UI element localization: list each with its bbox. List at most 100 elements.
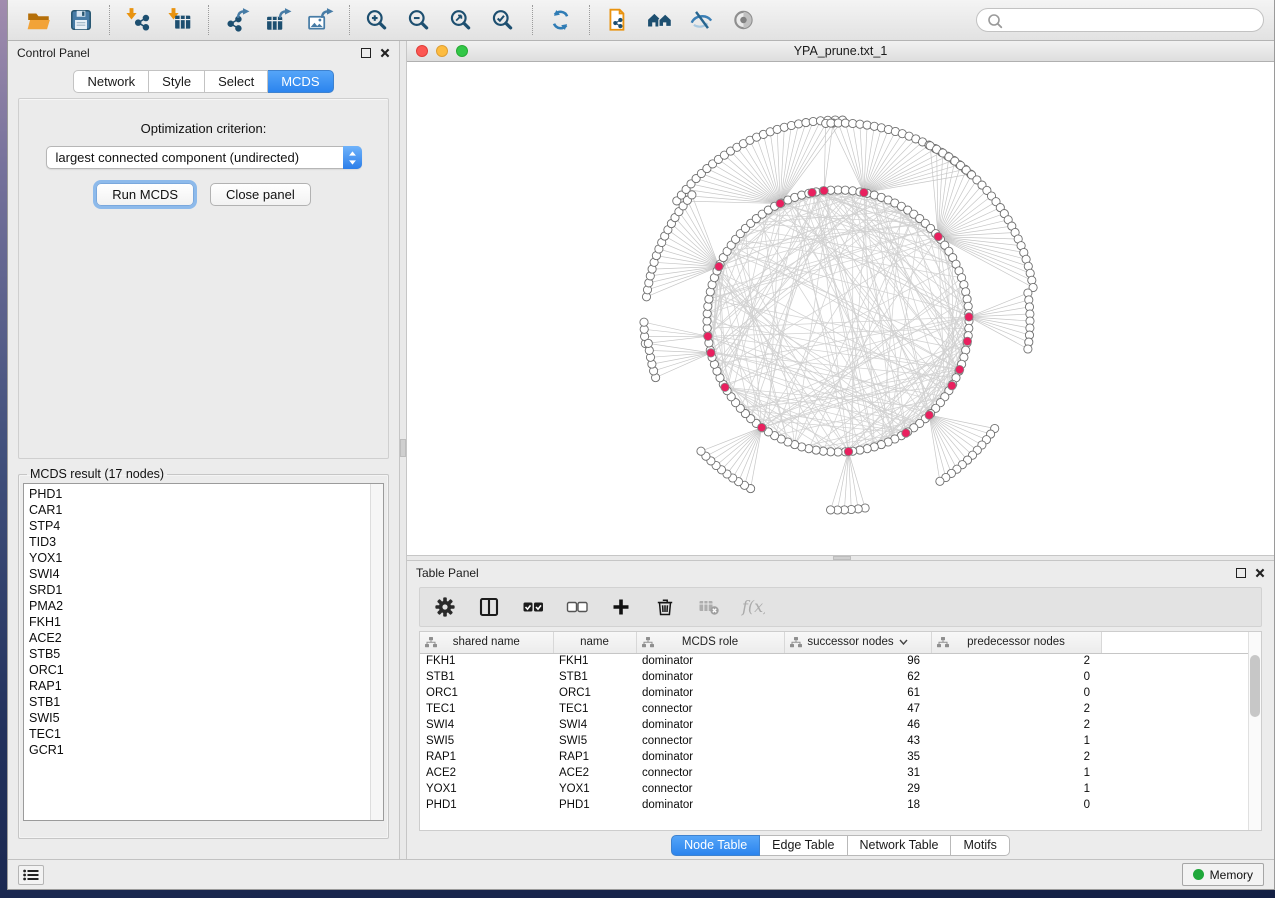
tab-style[interactable]: Style — [149, 70, 205, 93]
mcds-result-item[interactable]: STB1 — [29, 694, 383, 710]
document-network-button[interactable] — [597, 3, 639, 37]
vertical-splitter[interactable] — [399, 41, 407, 859]
result-list-scrollbar[interactable] — [370, 484, 383, 820]
optimization-criterion-select[interactable]: largest connected component (undirected) — [46, 146, 362, 169]
tab-edge-table[interactable]: Edge Table — [760, 835, 847, 856]
mcds-result-item[interactable]: FKH1 — [29, 614, 383, 630]
mcds-result-item[interactable]: ORC1 — [29, 662, 383, 678]
delete-column-button[interactable] — [650, 592, 680, 622]
table-panel-titlebar: Table Panel — [407, 561, 1274, 585]
maximize-window-icon[interactable] — [456, 45, 468, 57]
vertical-splitter-handle[interactable] — [400, 439, 406, 457]
task-history-button[interactable] — [18, 865, 44, 885]
column-split-icon — [477, 596, 501, 618]
column-header-predecessor-nodes[interactable]: predecessor nodes — [931, 632, 1101, 653]
add-column-button[interactable] — [606, 592, 636, 622]
control-panel-titlebar: Control Panel — [8, 41, 399, 65]
mcds-result-item[interactable]: ACE2 — [29, 630, 383, 646]
zoom-selected-button[interactable] — [483, 3, 525, 37]
table-row[interactable]: ORC1ORC1dominator610 — [420, 685, 1262, 701]
zoom-fit-button[interactable] — [441, 3, 483, 37]
float-table-panel-button[interactable] — [1236, 568, 1246, 578]
table-row[interactable]: TEC1TEC1connector472 — [420, 701, 1262, 717]
network-window-title: YPA_prune.txt_1 — [794, 44, 888, 58]
graph-satellite-node — [795, 120, 803, 128]
close-table-panel-button[interactable] — [1255, 568, 1265, 578]
tab-mcds[interactable]: MCDS — [268, 70, 333, 93]
eye-button[interactable] — [723, 3, 765, 37]
graph-node — [965, 324, 973, 332]
table-row[interactable]: YOX1YOX1connector291 — [420, 781, 1262, 797]
mcds-result-item[interactable]: SWI5 — [29, 710, 383, 726]
settings-gear-button[interactable] — [430, 592, 460, 622]
mcds-result-item[interactable]: STB5 — [29, 646, 383, 662]
mcds-result-item[interactable]: STP4 — [29, 518, 383, 534]
mcds-result-item[interactable]: SWI4 — [29, 566, 383, 582]
graph-node — [812, 446, 820, 454]
float-panel-button[interactable] — [361, 48, 371, 58]
export-image-button[interactable] — [300, 3, 342, 37]
zoom-out-button[interactable] — [399, 3, 441, 37]
save-button[interactable] — [60, 3, 102, 37]
clear-selection-checkboxes-button[interactable] — [562, 592, 592, 622]
table-row[interactable]: ACE2ACE2connector311 — [420, 765, 1262, 781]
network-canvas[interactable] — [407, 62, 1274, 555]
run-mcds-button[interactable]: Run MCDS — [96, 183, 194, 206]
tab-motifs[interactable]: Motifs — [951, 835, 1009, 856]
zoom-selected-icon — [491, 8, 517, 32]
close-icon — [1255, 568, 1265, 578]
tab-node-table[interactable]: Node Table — [671, 835, 760, 856]
table-row[interactable]: PHD1PHD1dominator180 — [420, 797, 1262, 813]
table-row[interactable]: RAP1RAP1dominator352 — [420, 749, 1262, 765]
close-window-icon[interactable] — [416, 45, 428, 57]
node-table: shared namenameMCDS rolesuccessor nodesp… — [420, 632, 1262, 813]
table-panel: Table Panel f(x) shared namenameMCDS rol… — [407, 561, 1274, 859]
mcds-result-item[interactable]: SRD1 — [29, 582, 383, 598]
clear-selection-checkboxes-icon — [565, 596, 589, 618]
table-row[interactable]: SWI4SWI4dominator462 — [420, 717, 1262, 733]
table-row[interactable]: STB1STB1dominator620 — [420, 669, 1262, 685]
tab-network-table[interactable]: Network Table — [848, 835, 952, 856]
mcds-result-item[interactable]: TEC1 — [29, 726, 383, 742]
column-header-MCDS-role[interactable]: MCDS role — [636, 632, 784, 653]
tab-network[interactable]: Network — [73, 70, 149, 93]
mcds-result-item[interactable]: RAP1 — [29, 678, 383, 694]
zoom-in-button[interactable] — [357, 3, 399, 37]
horizontal-splitter[interactable] — [407, 555, 1274, 561]
column-header-name[interactable]: name — [553, 632, 636, 653]
search-input[interactable] — [1008, 13, 1254, 27]
memory-button[interactable]: Memory — [1182, 863, 1264, 886]
select-all-checkboxes-button[interactable] — [518, 592, 548, 622]
column-header-successor-nodes[interactable]: successor nodes — [784, 632, 931, 653]
tab-select[interactable]: Select — [205, 70, 268, 93]
mcds-result-item[interactable]: GCR1 — [29, 742, 383, 758]
search-box[interactable] — [976, 8, 1264, 32]
export-network-button[interactable] — [216, 3, 258, 37]
mcds-result-item[interactable]: TID3 — [29, 534, 383, 550]
delete-table-icon — [697, 596, 721, 618]
table-row[interactable]: FKH1FKH1dominator962 — [420, 653, 1262, 669]
eye-slash-button[interactable] — [681, 3, 723, 37]
network-graph[interactable] — [407, 62, 1268, 555]
houses-button[interactable] — [639, 3, 681, 37]
table-scrollbar-thumb[interactable] — [1250, 655, 1260, 717]
minimize-window-icon[interactable] — [436, 45, 448, 57]
mcds-result-item[interactable]: PHD1 — [29, 486, 383, 502]
import-network-button[interactable] — [117, 3, 159, 37]
column-header-shared-name[interactable]: shared name — [420, 632, 553, 653]
export-table-button[interactable] — [258, 3, 300, 37]
column-split-button[interactable] — [474, 592, 504, 622]
mcds-result-list[interactable]: PHD1CAR1STP4TID3YOX1SWI4SRD1PMA2FKH1ACE2… — [23, 483, 384, 821]
mcds-result-item[interactable]: CAR1 — [29, 502, 383, 518]
mcds-result-item[interactable]: YOX1 — [29, 550, 383, 566]
close-panel-button[interactable] — [380, 48, 390, 58]
open-folder-button[interactable] — [18, 3, 60, 37]
mcds-result-group: MCDS result (17 nodes) PHD1CAR1STP4TID3Y… — [18, 467, 389, 839]
mcds-result-item[interactable]: PMA2 — [29, 598, 383, 614]
refresh-button[interactable] — [540, 3, 582, 37]
horizontal-splitter-handle[interactable] — [833, 556, 851, 560]
close-panel-action-button[interactable]: Close panel — [210, 183, 311, 206]
import-table-button[interactable] — [159, 3, 201, 37]
table-scrollbar[interactable] — [1248, 632, 1261, 830]
table-row[interactable]: SWI5SWI5connector431 — [420, 733, 1262, 749]
